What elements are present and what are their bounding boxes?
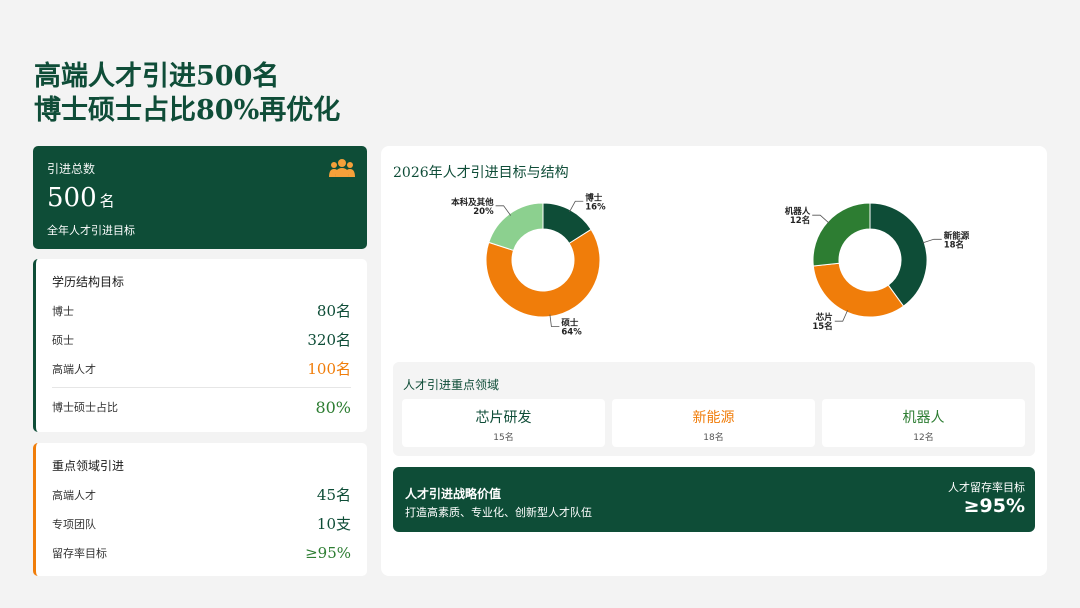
leader-line	[812, 214, 830, 224]
focus-section: 人才引进重点领域 芯片研发 15名 新能源 18名 机器人 12名	[393, 362, 1035, 456]
page-title: 高端人才引进500名 博士硕士占比80%再优化	[34, 60, 340, 128]
focus-card-count: 18名	[703, 433, 724, 443]
row-value: 320名	[307, 331, 351, 349]
list-item: 专项团队 10支	[52, 509, 351, 538]
ratio-label: 博士硕士占比	[52, 401, 118, 414]
focus-card-count: 15名	[493, 433, 514, 443]
leader-line	[495, 205, 511, 216]
focus-card-name: 机器人	[902, 410, 945, 426]
value-sub: 打造高素质、专业化、创新型人才队伍	[405, 506, 592, 519]
total-label: 引进总数	[47, 162, 96, 176]
total-value: 500 名	[47, 183, 353, 216]
donut-charts: 博士16%硕士64%本科及其他20%新能源18名芯片15名机器人12名	[451, 192, 970, 337]
total-unit: 名	[99, 192, 115, 210]
total-number: 500	[47, 183, 97, 213]
focus-card-robot[interactable]: 机器人 12名	[822, 399, 1025, 447]
headline-line-2: 博士硕士占比80%再优化	[34, 95, 341, 126]
main-card: 2026年人才引进目标与结构 博士 16% 硕士 64% 本科及其他 20% 新能源 18名芯…	[381, 146, 1047, 576]
list-item: 硕士 320名	[52, 325, 351, 354]
list-item: 高端人才 100名	[52, 354, 351, 383]
slice-value: 12名	[790, 215, 810, 226]
total-sub: 全年人才引进目标	[47, 224, 135, 237]
focus-card-name: 芯片研发	[475, 410, 532, 426]
focus-title: 重点领域引进	[52, 459, 125, 473]
list-item: 博士 80名	[52, 296, 351, 325]
row-label: 博士	[52, 304, 74, 318]
row-label: 留存率目标	[52, 546, 107, 560]
row-value: 10支	[316, 515, 351, 533]
focus-card-name: 新能源	[692, 410, 735, 426]
ratio-row: 博士硕士占比 80%	[52, 388, 351, 426]
focus-section-title: 人才引进重点领域	[403, 378, 500, 392]
people-icon	[329, 159, 355, 177]
donut-slice-芯片	[812, 262, 905, 318]
headline-line-1: 高端人才引进500名	[34, 61, 280, 92]
donut-slice-本科及其他	[488, 202, 544, 252]
row-value: 100名	[307, 360, 351, 378]
row-value: 80名	[316, 302, 351, 320]
slice-value: 16%	[585, 202, 606, 212]
focus-panel: 重点领域引进 高端人才 45名 专项团队 10支 留存率目标 ≥95%	[33, 443, 367, 576]
row-label: 高端人才	[52, 362, 96, 376]
retention-value: ≥95%	[963, 495, 1025, 517]
value-title: 人才引进战略价值	[405, 487, 502, 501]
leader-line	[922, 238, 942, 244]
retention-label: 人才留存率目标	[948, 481, 1025, 494]
main-title: 2026年人才引进目标与结构	[393, 165, 569, 181]
row-value: ≥95%	[305, 543, 351, 562]
value-bar: 人才引进战略价值 打造高素质、专业化、创新型人才队伍 人才留存率目标 ≥95%	[393, 467, 1035, 532]
slice-value: 20%	[473, 207, 494, 217]
slice-value: 18名	[944, 239, 964, 250]
focus-card-chip[interactable]: 芯片研发 15名	[402, 399, 605, 447]
list-item: 高端人才 45名	[52, 480, 351, 509]
donut-slice-机器人	[812, 202, 871, 267]
row-label: 硕士	[52, 333, 74, 347]
slice-value: 15名	[812, 321, 832, 332]
row-label: 高端人才	[52, 488, 96, 502]
slice-value: 64%	[561, 327, 582, 337]
row-label: 专项团队	[52, 517, 96, 531]
focus-card-count: 12名	[913, 433, 934, 443]
total-card: 引进总数 500 名 全年人才引进目标	[33, 146, 367, 249]
list-item: 留存率目标 ≥95%	[52, 538, 351, 567]
focus-card-energy[interactable]: 新能源 18名	[612, 399, 815, 447]
ratio-value: 80%	[315, 397, 351, 417]
education-title: 学历结构目标	[52, 275, 125, 289]
row-value: 45名	[316, 486, 351, 504]
education-panel: 学历结构目标 博士 80名 硕士 320名 高端人才 100名 博士硕士占比 8…	[33, 259, 367, 432]
